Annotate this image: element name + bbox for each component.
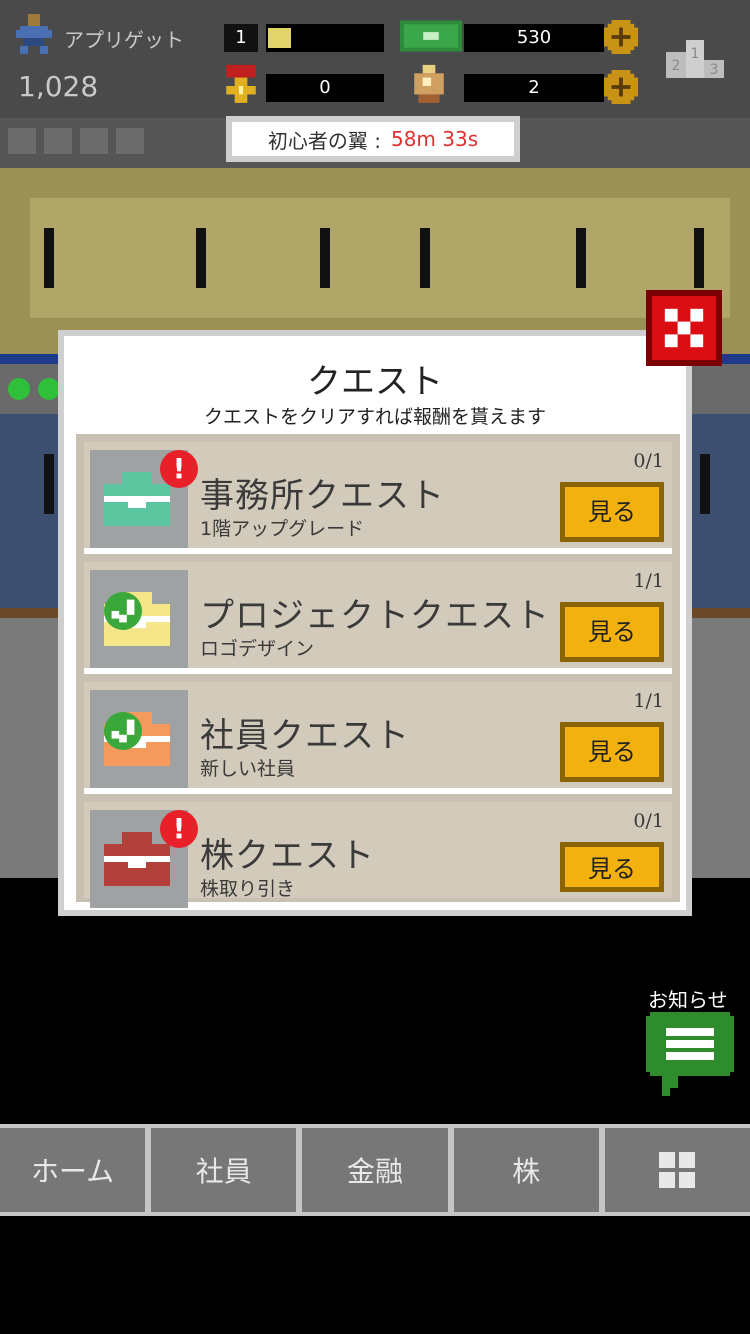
medal-icon — [226, 64, 256, 103]
quest-description: 1階アップグレード — [200, 518, 365, 540]
quest-item-stock: ! 株クエスト 株取り引き 0/1 見る — [84, 802, 672, 908]
status-bar: アプリゲット 1,028 1 530 0 2 1 2 3 — [0, 0, 750, 118]
nav-menu[interactable] — [604, 1128, 750, 1212]
quest-dialog: クエスト クエストをクリアすれば報酬を貰えます ! 事務所クエスト 1階アップグ… — [58, 330, 692, 916]
view-quest-button[interactable]: 見る — [560, 602, 664, 662]
add-gem-icon[interactable] — [604, 70, 638, 104]
check-badge-icon — [104, 592, 142, 630]
quest-list: ! 事務所クエスト 1階アップグレード 0/1 見る プロジェクトクエスト ロゴ… — [76, 434, 680, 908]
quest-description: 株取り引き — [200, 878, 296, 900]
view-quest-button[interactable]: 見る — [560, 482, 664, 542]
dialog-title: クエスト — [307, 362, 443, 402]
podium-icon[interactable]: 1 2 3 — [666, 36, 724, 78]
cash-value: 530 — [464, 24, 604, 52]
view-quest-button[interactable]: 見る — [560, 722, 664, 782]
quest-progress: 0/1 — [633, 810, 664, 832]
gem-icon — [414, 64, 444, 103]
level-value: 1 — [224, 24, 258, 52]
quest-description: 新しい社員 — [200, 758, 296, 780]
quest-title: プロジェクトクエスト — [200, 596, 550, 636]
player-avatar-icon — [16, 14, 52, 54]
quest-progress: 1/1 — [633, 690, 664, 712]
alert-badge-icon: ! — [160, 810, 198, 848]
bottom-nav: ホーム 社員 金融 株 — [0, 1124, 750, 1216]
quest-icon-box — [90, 690, 188, 788]
timer-label: 初心者の翼 : — [267, 128, 381, 153]
medal-value: 0 — [266, 74, 384, 102]
quest-description: ロゴデザイン — [200, 638, 315, 660]
money-value: 1,028 — [18, 70, 99, 103]
view-quest-button[interactable]: 見る — [560, 842, 664, 892]
quest-title: 事務所クエスト — [200, 476, 445, 516]
nav-home[interactable]: ホーム — [0, 1128, 146, 1212]
xp-fill — [268, 28, 291, 48]
nav-stock[interactable]: 株 — [453, 1128, 599, 1212]
beginner-bonus-timer: 初心者の翼 : 58m 33s — [226, 116, 520, 162]
briefcase-icon — [104, 472, 170, 526]
close-icon[interactable] — [646, 290, 722, 366]
check-badge-icon — [104, 712, 142, 750]
quest-progress: 0/1 — [633, 450, 664, 472]
gem-value: 2 — [464, 74, 604, 102]
quest-icon-box: ! — [90, 810, 198, 908]
alert-badge-icon: ! — [160, 450, 198, 488]
dialog-subtitle: クエストをクリアすれば報酬を貰えます — [203, 406, 546, 428]
quest-title: 社員クエスト — [200, 716, 410, 756]
notice-chat-icon[interactable] — [646, 1012, 734, 1096]
add-cash-icon[interactable] — [604, 20, 638, 54]
quest-item-staff: 社員クエスト 新しい社員 1/1 見る — [84, 682, 672, 794]
cash-icon — [400, 20, 462, 52]
nav-staff[interactable]: 社員 — [151, 1128, 297, 1212]
timer-value: 58m 33s — [390, 127, 479, 151]
notice-label: お知らせ — [648, 988, 728, 1012]
nav-finance[interactable]: 金融 — [302, 1128, 448, 1212]
grid-icon — [659, 1152, 696, 1188]
svg-text:3: 3 — [710, 62, 719, 78]
quest-item-project: プロジェクトクエスト ロゴデザイン 1/1 見る — [84, 562, 672, 674]
quest-icon-box — [90, 570, 188, 668]
svg-text:1: 1 — [691, 46, 700, 62]
svg-text:2: 2 — [672, 58, 681, 74]
briefcase-icon — [104, 832, 170, 886]
quest-item-office: ! 事務所クエスト 1階アップグレード 0/1 見る — [84, 442, 672, 554]
quest-icon-box: ! — [90, 450, 198, 548]
player-name: アプリゲット — [64, 28, 184, 52]
xp-bar — [266, 24, 384, 52]
quest-title: 株クエスト — [200, 836, 375, 876]
quest-progress: 1/1 — [633, 570, 664, 592]
